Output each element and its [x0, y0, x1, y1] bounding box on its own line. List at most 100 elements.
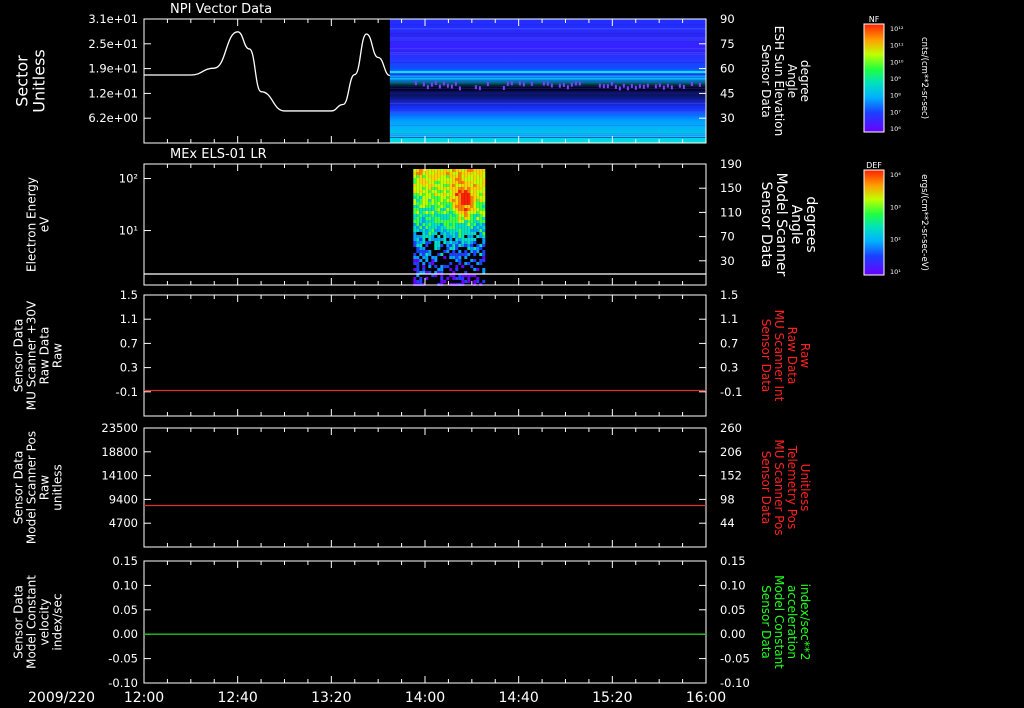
spectrogram-electron-cell [461, 202, 465, 205]
spectrogram-electron-cell [440, 226, 444, 229]
spectrogram-electron-cell [419, 181, 423, 184]
spectrogram-electron-cell [413, 208, 417, 211]
spectrogram-electron-cell [437, 181, 441, 184]
spectrogram-electron-cell [476, 244, 480, 247]
spectrogram-electron-cell [419, 184, 423, 187]
date-label: 2009/220 [28, 690, 95, 706]
spectrogram-electron-cell [452, 247, 456, 250]
spectrogram-electron-cell [413, 172, 417, 175]
spectrogram-electron-cell [422, 202, 426, 205]
spectrogram-dot [518, 81, 521, 86]
spectrogram-electron-cell [461, 223, 465, 226]
spectrogram-electron-cell [440, 253, 444, 256]
spectrogram-electron-cell [458, 232, 462, 235]
panel2-title: MEx ELS-01 LR [170, 147, 267, 162]
spectrogram-electron-cell [425, 229, 429, 232]
spectrogram-electron-cell [419, 208, 423, 211]
spectrogram-electron-cell [449, 196, 453, 199]
spectrogram-electron-cell [413, 169, 417, 172]
spectrogram-dot [578, 81, 581, 86]
spectrogram-electron-cell [446, 250, 450, 253]
spectrogram-electron-cell [434, 187, 438, 190]
spectrogram-electron-cell [428, 199, 432, 202]
spectrogram-electron-cell [476, 187, 480, 190]
spectrogram-electron-cell [449, 211, 453, 214]
spectrogram-electron-cell [443, 220, 447, 223]
spectrogram-electron-cell [431, 196, 435, 199]
spectrogram-electron-cell [443, 190, 447, 193]
panel-4: 23500 18800 14100 9400 4700 260 206 152 98 44 Sens… [12, 421, 812, 548]
spectrogram-electron-cell [479, 172, 483, 175]
spectrogram-electron-cell [473, 247, 477, 250]
spectrogram-electron-cell [425, 253, 429, 256]
spectrogram-electron-cell [470, 172, 474, 175]
spectrogram-electron-cell [434, 220, 438, 223]
spectrogram-dot [618, 86, 621, 91]
spectrogram-electron-cell [455, 235, 459, 238]
spectrogram-dot [642, 84, 645, 89]
spectrogram-electron-cell [452, 196, 456, 199]
spectrogram-dot [530, 81, 533, 86]
spectrogram-electron-cell [431, 217, 435, 220]
spectrogram-electron-cell [425, 184, 429, 187]
spectrogram-electron-cell [482, 181, 486, 184]
spectrogram-electron-cell [479, 223, 483, 226]
spectrogram-electron-cell [449, 241, 453, 244]
x-tick-label: 14:40 [498, 690, 538, 706]
colorbar-nf: NF 10¹² 10¹¹ 10¹⁰ 10⁹ 10⁸ 10⁷ 10⁶ cnts/(cm**2-sr… [863, 15, 929, 133]
spectrogram-electron-cell [416, 259, 420, 262]
spectrogram-electron-cell [467, 238, 471, 241]
spectrogram-electron-cell [431, 259, 435, 262]
spectrogram-electron-cell [470, 196, 474, 199]
spectrogram-electron-cell [479, 217, 483, 220]
spectrogram-dot [434, 81, 437, 86]
spectrogram-electron-cell [470, 229, 474, 232]
spectrogram-electron-cell [461, 244, 465, 247]
spectrogram-electron-cell [443, 235, 447, 238]
spectrogram-electron-cell [467, 208, 471, 211]
spectrogram-electron-cell [476, 247, 480, 250]
y-label-right: MU Scanner Int [772, 310, 786, 402]
spectrogram-electron-cell [422, 229, 426, 232]
spectrogram-electron-cell [434, 196, 438, 199]
spectrogram-electron-cell [455, 268, 459, 271]
spectrogram-electron-cell [422, 241, 426, 244]
spectrogram-electron-cell [443, 169, 447, 172]
spectrogram-electron-cell [443, 193, 447, 196]
spectrogram-dot [566, 85, 569, 90]
spectrogram-electron-cell [473, 181, 477, 184]
y-tick-label-left: 0.7 [120, 336, 138, 350]
spectrogram-electron-cell [437, 190, 441, 193]
spectrogram-electron-cell [467, 235, 471, 238]
spectrogram-electron-cell [449, 175, 453, 178]
spectrogram-electron-cell [482, 232, 486, 235]
spectrogram-electron-cell [455, 193, 459, 196]
spectrogram-electron-cell [452, 250, 456, 253]
spectrogram-electron-cell [419, 247, 423, 250]
spectrogram-electron-cell [446, 172, 450, 175]
spectrogram-electron-cell [431, 262, 435, 265]
spectrogram-electron-cell [476, 184, 480, 187]
spectrogram-electron-cell [434, 178, 438, 181]
spectrogram-electron-cell [458, 172, 462, 175]
spectrogram-electron-cell [422, 184, 426, 187]
spectrogram-electron-cell [467, 211, 471, 214]
y-tick-label-right: 70 [720, 230, 735, 244]
spectrogram-electron-cell [479, 220, 483, 223]
spectrogram-electron-cell [473, 259, 477, 262]
spectrogram-electron-cell [473, 190, 477, 193]
spectrogram-electron-cell [470, 217, 474, 220]
spectrogram-electron-cell [479, 208, 483, 211]
spectrogram-electron-cell [455, 175, 459, 178]
spectrogram-electron-cell [458, 211, 462, 214]
spectrogram-electron-cell [431, 220, 435, 223]
spectrogram-electron-cell [440, 169, 444, 172]
spectrogram-electron-cell [467, 202, 471, 205]
y-tick-label-left: 0.3 [120, 361, 138, 375]
spectrogram-electron-cell [431, 187, 435, 190]
spectrogram-electron-cell [464, 238, 468, 241]
spectrogram-electron-cell [446, 193, 450, 196]
spectrogram-electron-cell [470, 259, 474, 262]
y-tick-label-left: -0.05 [108, 652, 138, 666]
spectrogram-electron-cell [482, 235, 486, 238]
